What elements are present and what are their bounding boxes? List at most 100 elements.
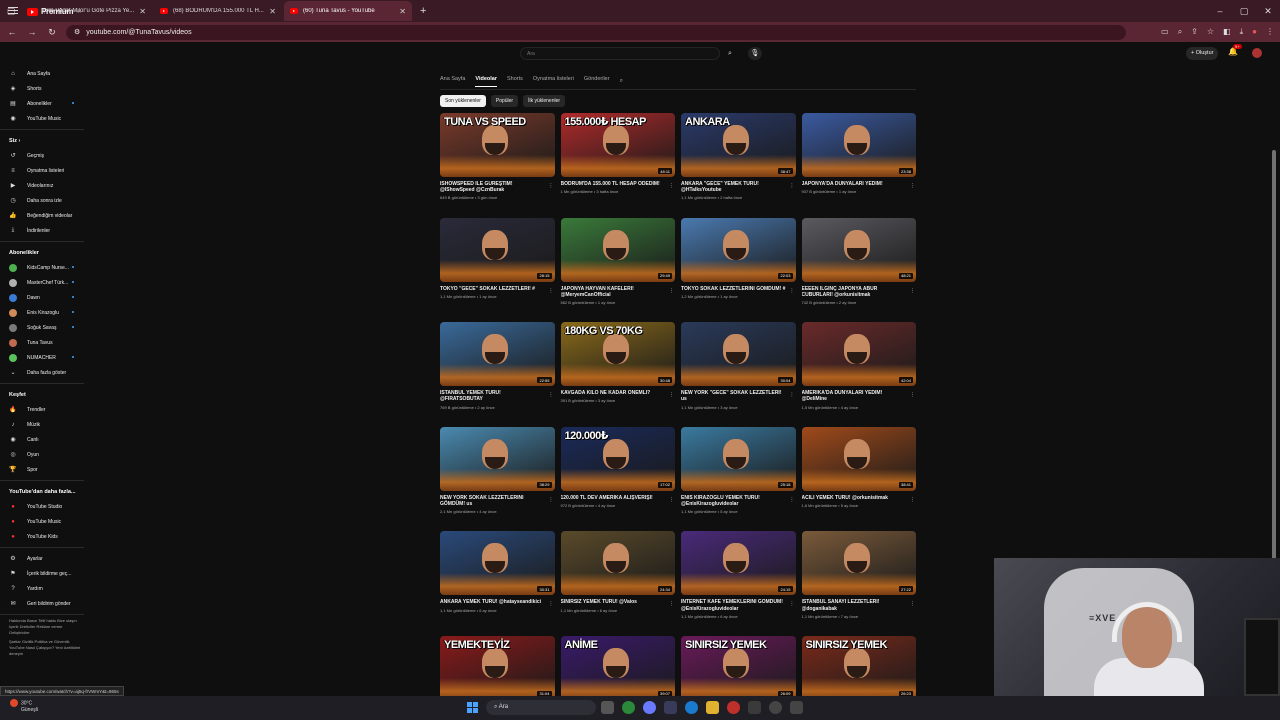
video-thumbnail[interactable]: 48:21	[801, 217, 916, 282]
video-card[interactable]: 24:15 İNTERNET KAFE YEMEKLERİNİ GÖMDÜM! @…	[681, 531, 796, 636]
video-title[interactable]: ANKARA YEMEK TURU! @hatayseandikici	[440, 599, 555, 605]
zoom-icon[interactable]: ⌕	[1178, 27, 1182, 37]
video-thumbnail[interactable]: 22:55	[440, 322, 555, 387]
new-tab-button[interactable]: +	[420, 5, 426, 17]
app-icon[interactable]	[790, 701, 803, 714]
video-card[interactable]: 30:04 NEW YORK "GECE" SOKAK LEZZETLERİ! u…	[681, 322, 796, 427]
more-options-icon[interactable]: ⋮	[669, 601, 674, 607]
more-options-icon[interactable]: ⋮	[910, 183, 915, 189]
sidebar-item[interactable]: ◉ YouTube Music	[0, 111, 86, 126]
video-title[interactable]: ANKARA "GECE" YEMEK TURU! @HTalksYoutube	[681, 181, 796, 193]
video-thumbnail[interactable]: YEMEKTEYİZ 31:04	[440, 635, 555, 700]
video-title[interactable]: ISHOWSPEED İLE GÜREŞTİM! @IShowSpeed @Cz…	[440, 181, 555, 193]
video-card[interactable]: 29:49 JAPONYA HAYVAN KAFELERİ! @MeryemCan…	[560, 217, 676, 323]
page-scrollbar[interactable]	[1272, 150, 1276, 560]
video-thumbnail[interactable]: 120.000₺ 17:02	[560, 426, 675, 491]
video-thumbnail[interactable]: 24:34	[560, 531, 675, 596]
video-card[interactable]: ANKARA 38:47 ANKARA "GECE" YEMEK TURU! @HT…	[681, 113, 796, 218]
video-card[interactable]: 38:41 ACILI YEMEK TURU! @orkunisitmak 1,6 …	[801, 426, 916, 532]
video-card[interactable]: 28:15 TOKYO "GECE" SOKAK LEZZETLERİ! #1,1…	[440, 217, 555, 323]
more-options-icon[interactable]: ⋮	[910, 392, 915, 398]
video-title[interactable]: KAVGADA KİLO NE KADAR ÖNEMLİ?	[561, 390, 676, 396]
search-icon[interactable]: ⌕	[723, 47, 737, 60]
sidebar-item[interactable]: ⚑ İçerik bildirme geç...	[0, 566, 86, 581]
video-card[interactable]: 155.000₺ HESAP 48:11 BODRUM'DA 155.000 TL …	[560, 113, 676, 218]
tab-close-icon[interactable]: ✕	[139, 7, 146, 16]
sidebar-subscription[interactable]: MasterChef Türk...	[0, 275, 86, 290]
app-icon[interactable]	[769, 701, 782, 714]
video-thumbnail[interactable]: SINIRSIZ YEMEK 26:23	[801, 635, 916, 700]
sidebar-item[interactable]: ◈ Shorts	[0, 81, 86, 96]
bookmark-star-icon[interactable]: ☆	[1207, 27, 1214, 37]
sidebar-footer-links[interactable]: Hakkında Basın Telif hakkı Bize ulaşın İ…	[0, 618, 84, 636]
close-window-icon[interactable]: ✕	[1256, 0, 1280, 22]
channel-tab[interactable]: Oynatma listeleri	[533, 76, 574, 86]
sidebar-subscription[interactable]: NUMACHER	[0, 350, 86, 365]
video-title[interactable]: NEW YORK "GECE" SOKAK LEZZETLERİ! us	[681, 390, 796, 402]
tab-close-icon[interactable]: ✕	[399, 7, 406, 16]
video-card[interactable]: 38:29 NEW YORK SOKAK LEZZETLERİNİ GÖMDÜM!…	[440, 426, 555, 532]
task-view-icon[interactable]	[601, 701, 614, 714]
more-options-icon[interactable]: ⋮	[790, 497, 795, 503]
cast-icon[interactable]: ▭	[1161, 27, 1169, 37]
video-thumbnail[interactable]: ANİME 39:07	[560, 635, 675, 700]
video-title[interactable]: TOKYO "GECE" SOKAK LEZZETLERİ! #	[440, 286, 555, 292]
sidebar-item[interactable]: ▤ Abonelikler	[0, 96, 86, 111]
channel-tab[interactable]: Videolar	[475, 76, 497, 87]
video-title[interactable]: İNTERNET KAFE YEMEKLERİNİ GÖMDÜM! @EnisK…	[681, 599, 796, 611]
video-card[interactable]: 25:18 ENİS KİRAZOĞLU YEMEK TURU! @EnisKir…	[681, 426, 796, 532]
file-explorer-icon[interactable]	[706, 701, 719, 714]
app-icon[interactable]	[748, 701, 761, 714]
video-thumbnail[interactable]: 27:22	[801, 531, 916, 596]
video-title[interactable]: JAPONYA HAYVAN KAFELERİ! @MeryemCanOffic…	[561, 286, 676, 298]
profile-icon[interactable]: ●	[1252, 27, 1257, 37]
tab-close-icon[interactable]: ✕	[269, 7, 276, 16]
browser-tab[interactable]: (68) BODRUM'DA 155.000 TL H... ✕	[154, 1, 282, 21]
video-thumbnail[interactable]: 180KG VS 70KG 30:48	[560, 322, 675, 387]
video-card[interactable]: 42:04 AMERİKA'DA DÜNYALARI YEDİM! @DeliMi…	[801, 322, 917, 427]
video-thumbnail[interactable]: 29:49	[560, 217, 675, 282]
notifications-bell-icon[interactable]: 🔔 9+	[1228, 44, 1242, 56]
minimize-icon[interactable]: –	[1208, 0, 1232, 22]
sidebar-item[interactable]: ? Yardım	[0, 581, 86, 596]
video-thumbnail[interactable]: 24:15	[681, 531, 796, 596]
video-card[interactable]: 180KG VS 70KG 30:48 KAVGADA KİLO NE KADAR …	[560, 322, 676, 427]
more-options-icon[interactable]: ⋮	[669, 288, 674, 294]
video-title[interactable]: ENİS KİRAZOĞLU YEMEK TURU! @EnisKirazogl…	[681, 495, 796, 507]
sidebar-item[interactable]: ◷ Daha sonra izle	[0, 193, 86, 208]
video-thumbnail[interactable]: 30:04	[681, 322, 796, 387]
browser-menu-icon[interactable]: ⋮	[1266, 27, 1274, 37]
sidebar-subscription[interactable]: ⌄ Daha fazla göster	[0, 365, 86, 380]
sidebar-subscription[interactable]: Soğuk Savaş	[0, 320, 86, 335]
more-options-icon[interactable]: ⋮	[669, 392, 674, 398]
taskbar-search-input[interactable]: ⌕ Ara	[486, 700, 596, 715]
sidebar-item[interactable]: ● YouTube Music	[0, 514, 86, 529]
channel-tab[interactable]: Ana Sayfa	[440, 76, 465, 86]
sort-chip[interactable]: Son yüklenenler	[440, 95, 486, 107]
more-options-icon[interactable]: ⋮	[910, 601, 915, 607]
video-title[interactable]: JAPONYA'DA DÜNYALARI YEDİM!	[802, 181, 917, 187]
video-title[interactable]: BODRUM'DA 155.000 TL HESAP ÖDEDİM!	[561, 181, 676, 187]
sidebar-item[interactable]: ⌂ Ana Sayfa	[0, 66, 86, 81]
forward-icon[interactable]: →	[26, 27, 38, 37]
sidebar-subscription[interactable]: Dawn	[0, 290, 86, 305]
video-thumbnail[interactable]: SINIRSIZ YEMEK 26:09	[681, 635, 796, 700]
video-thumbnail[interactable]: 30:31	[440, 531, 555, 596]
video-thumbnail[interactable]: 25:18	[681, 426, 796, 491]
video-title[interactable]: 120.000 TL DEV AMERİKA ALIŞVERİŞİ!	[561, 495, 676, 501]
weather-widget[interactable]: 30°C Güneşli	[10, 699, 38, 714]
microphone-icon[interactable]: 🎙	[748, 47, 762, 60]
sidebar-item[interactable]: ✉ Geri bildirim gönder	[0, 596, 86, 611]
video-card[interactable]: 24:34 SINIRSIZ YEMEK TURU! @Vaios 1,1 Mn g…	[560, 531, 675, 636]
more-options-icon[interactable]: ⋮	[669, 497, 674, 503]
more-options-icon[interactable]: ⋮	[790, 183, 795, 189]
sidebar-item[interactable]: ↺ Geçmiş	[0, 148, 86, 163]
video-title[interactable]: AMERİKA'DA DÜNYALARI YEDİM! @DeliMine	[802, 390, 917, 402]
windows-start-icon[interactable]	[467, 702, 478, 713]
sort-chip[interactable]: İlk yüklenenler	[523, 95, 566, 107]
video-card[interactable]: 22:03 TOKYO SOKAK LEZZETLERİNİ GÖMDÜM! #1…	[681, 217, 796, 323]
more-options-icon[interactable]: ⋮	[549, 183, 554, 189]
video-card[interactable]: 120.000₺ 17:02 120.000 TL DEV AMERİKA ALIŞ…	[560, 426, 676, 532]
video-thumbnail[interactable]: 42:04	[801, 322, 916, 387]
sidebar-item[interactable]: 🔥 Trendler	[0, 402, 86, 417]
